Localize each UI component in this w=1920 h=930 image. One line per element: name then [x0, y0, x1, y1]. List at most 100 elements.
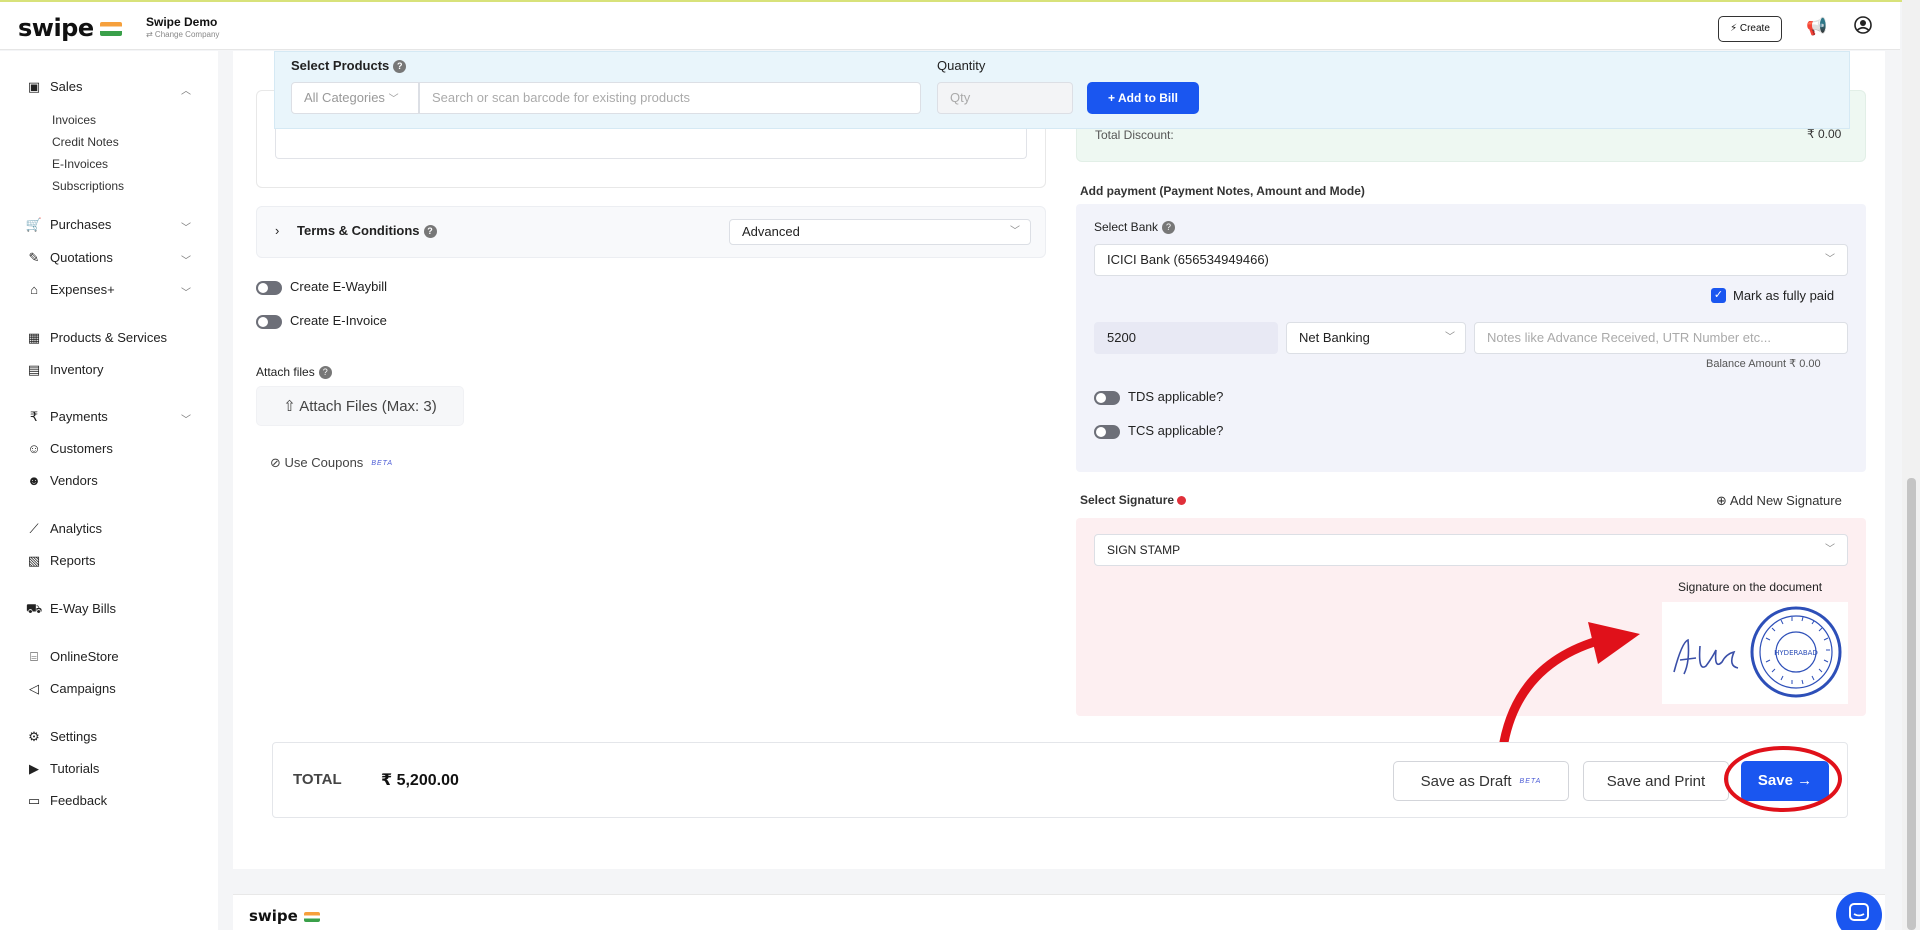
payment-mode-value: Net Banking — [1299, 330, 1370, 345]
beta-badge: BETA — [371, 460, 394, 468]
sidebar-item-vendors[interactable]: ☻ Vendors — [25, 473, 98, 488]
payment-notes-input[interactable]: Notes like Advance Received, UTR Number … — [1474, 322, 1848, 354]
chevron-up-icon[interactable]: ︿ — [181, 82, 191, 97]
sidebar-item-label: Expenses+ — [50, 282, 115, 297]
payment-amount-input[interactable]: 5200 — [1094, 322, 1278, 354]
chat-support-button[interactable] — [1836, 892, 1882, 930]
save-and-print-button[interactable]: Save and Print — [1583, 761, 1729, 801]
eway-toggle[interactable] — [256, 281, 282, 295]
attach-files-text: Attach files — [256, 365, 315, 379]
sidebar-item-payments[interactable]: ₹ Payments — [25, 409, 108, 425]
sidebar-item-quotations[interactable]: ✎ Quotations — [25, 250, 113, 266]
sidebar-item-eway-bills[interactable]: ⛟ E-Way Bills — [25, 601, 116, 619]
product-search-input[interactable]: Search or scan barcode for existing prod… — [419, 82, 921, 114]
save-as-draft-button[interactable]: Save as Draft BETA — [1393, 761, 1569, 801]
sidebar-item-campaigns[interactable]: ◁ Campaigns — [25, 681, 116, 697]
logo-text: swipe — [18, 14, 94, 42]
fully-paid-label: Mark as fully paid — [1733, 288, 1835, 303]
chevron-down-icon[interactable]: ﹀ — [181, 219, 191, 234]
total-value: ₹ 5,200.00 — [381, 772, 459, 789]
payment-card: Select Bank? ICICI Bank (656534949466) ﹀ … — [1076, 204, 1866, 472]
sidebar-subitem-subscriptions[interactable]: Subscriptions — [52, 179, 124, 193]
terms-template-select[interactable]: Advanced ﹀ — [729, 219, 1031, 245]
attach-files-button-label: Attach Files (Max: 3) — [299, 398, 437, 415]
sidebar-item-expenses[interactable]: ⌂ Expenses+ — [25, 282, 115, 297]
footer-logo[interactable]: swipe — [249, 907, 320, 925]
gear-icon: ⚙ — [28, 729, 40, 744]
sidebar-item-customers[interactable]: ☺ Customers — [25, 441, 113, 456]
sidebar-item-label: Campaigns — [50, 681, 116, 696]
bank-select[interactable]: ICICI Bank (656534949466) ﹀ — [1094, 244, 1848, 276]
coupon-icon: ⊘ — [270, 455, 281, 470]
scrollbar-thumb[interactable] — [1907, 478, 1916, 930]
sidebar-item-analytics[interactable]: ⟋ Analytics — [25, 521, 102, 537]
create-button[interactable]: ⚡ Create — [1718, 16, 1782, 42]
sidebar-item-purchases[interactable]: 🛒 Purchases — [25, 217, 112, 233]
chevron-down-icon[interactable]: ﹀ — [181, 411, 191, 426]
sidebar-item-settings[interactable]: ⚙ Settings — [25, 729, 97, 745]
sidebar-subitem-credit-notes[interactable]: Credit Notes — [52, 135, 119, 149]
add-to-bill-button[interactable]: + Add to Bill — [1087, 82, 1199, 114]
total-bar: TOTAL ₹ 5,200.00 Save as Draft BETA Save … — [272, 742, 1848, 818]
qty-input[interactable]: Qty — [937, 82, 1073, 114]
signature-card: SIGN STAMP ﹀ Signature on the document HY… — [1076, 518, 1866, 716]
sidebar-item-feedback[interactable]: ▭ Feedback — [25, 793, 107, 809]
user-account-icon[interactable] — [1852, 16, 1874, 38]
chevron-down-icon: ﹀ — [388, 94, 399, 105]
select-bank-label: Select Bank? — [1094, 220, 1176, 235]
sidebar-subitem-e-invoices[interactable]: E-Invoices — [52, 157, 108, 171]
terms-conditions-text: Terms & Conditions — [297, 223, 420, 238]
footer: swipe — [233, 894, 1885, 930]
sidebar-item-products-services[interactable]: ▦ Products & Services — [25, 330, 167, 346]
help-icon[interactable]: ? — [423, 225, 437, 239]
signature-select-value: SIGN STAMP — [1107, 543, 1181, 557]
company-name[interactable]: Swipe Demo — [146, 15, 217, 29]
sidebar-subitem-invoices[interactable]: Invoices — [52, 113, 96, 127]
signature-select[interactable]: SIGN STAMP ﹀ — [1094, 534, 1848, 566]
sidebar-item-tutorials[interactable]: ▶ Tutorials — [25, 761, 99, 777]
sidebar-item-reports[interactable]: ▧ Reports — [25, 553, 96, 569]
sidebar-item-label: Customers — [50, 441, 113, 456]
select-products-text: Select Products — [291, 58, 390, 73]
sidebar-item-sales[interactable]: ▣ Sales — [25, 79, 83, 95]
chevron-down-icon[interactable]: ﹀ — [181, 284, 191, 299]
category-select[interactable]: All Categories ﹀ — [291, 82, 419, 114]
upload-icon: ⇧ — [283, 398, 296, 415]
category-value: All Categories — [304, 90, 385, 105]
einvoice-toggle[interactable] — [256, 315, 282, 329]
change-company-link[interactable]: ⇄ Change Company — [146, 30, 219, 39]
tds-toggle[interactable] — [1094, 391, 1120, 405]
total-discount-label: Total Discount: — [1095, 128, 1174, 142]
fully-paid-checkbox[interactable]: ✓ — [1711, 288, 1726, 303]
select-bank-text: Select Bank — [1094, 220, 1159, 234]
help-icon[interactable]: ? — [393, 60, 407, 74]
tag-icon: ⌂ — [30, 282, 38, 297]
tcs-toggle[interactable] — [1094, 425, 1120, 439]
help-icon[interactable]: ? — [318, 366, 332, 380]
sidebar-item-inventory[interactable]: ▤ Inventory — [25, 362, 104, 378]
total-label: TOTAL — [293, 771, 342, 788]
use-coupons-link[interactable]: ⊘ Use Coupons BETA — [270, 455, 393, 471]
sidebar-item-label: Sales — [50, 79, 83, 94]
select-products-bar: Select Products? Quantity All Categories… — [274, 51, 1850, 129]
terms-conditions-label: Terms & Conditions? — [297, 223, 437, 239]
add-new-signature-link[interactable]: ⊕ Add New Signature — [1716, 493, 1842, 509]
user-icon: ☺ — [27, 441, 41, 456]
attach-files-button[interactable]: ⇧ Attach Files (Max: 3) — [256, 386, 464, 426]
cash-icon: ▣ — [27, 79, 41, 94]
megaphone-icon[interactable]: 📢 — [1806, 16, 1828, 38]
help-icon[interactable]: ? — [1162, 221, 1176, 235]
sidebar-item-label: E-Way Bills — [50, 601, 116, 616]
india-flag-icon — [99, 22, 122, 36]
payment-mode-select[interactable]: Net Banking ﹀ — [1286, 322, 1466, 354]
rupee-icon: ₹ — [29, 409, 39, 424]
product-search-placeholder: Search or scan barcode for existing prod… — [432, 90, 690, 105]
youtube-icon: ▶ — [29, 761, 39, 776]
swipe-logo[interactable]: swipe — [18, 14, 122, 42]
megaphone-icon: ◁ — [29, 681, 39, 696]
terms-conditions-card[interactable]: › Terms & Conditions? Advanced ﹀ — [256, 206, 1046, 258]
quantity-label: Quantity — [937, 58, 986, 73]
sidebar-item-onlinestore[interactable]: ⌸ OnlineStore — [25, 649, 119, 665]
chevron-right-icon[interactable]: › — [275, 223, 279, 238]
chevron-down-icon[interactable]: ﹀ — [181, 252, 191, 267]
